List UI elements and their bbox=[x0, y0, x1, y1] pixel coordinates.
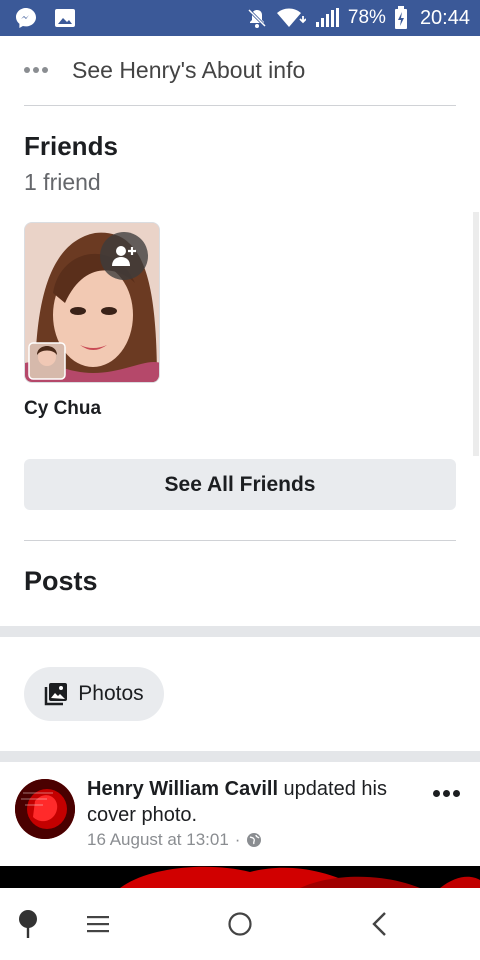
friends-count: 1 friend bbox=[24, 169, 101, 195]
photos-button[interactable]: Photos bbox=[24, 667, 164, 721]
menu-button[interactable] bbox=[78, 906, 118, 942]
post-author-name[interactable]: Henry William Cavill bbox=[87, 778, 278, 800]
add-friend-button[interactable] bbox=[100, 232, 148, 280]
home-icon bbox=[228, 912, 252, 936]
more-dots-icon bbox=[24, 67, 48, 73]
battery-charging-icon bbox=[394, 6, 408, 30]
section-separator bbox=[0, 626, 480, 637]
about-info-label: See Henry's About info bbox=[72, 56, 306, 83]
home-button[interactable] bbox=[220, 906, 260, 942]
cover-photo[interactable] bbox=[0, 866, 480, 888]
back-icon bbox=[372, 912, 386, 936]
posts-heading: Posts bbox=[24, 566, 98, 596]
section-separator bbox=[0, 751, 480, 762]
photos-icon bbox=[45, 683, 68, 706]
scrollbar[interactable] bbox=[473, 212, 479, 456]
messenger-icon bbox=[14, 6, 38, 30]
divider bbox=[24, 540, 456, 541]
post-meta: 16 August at 13:01 · bbox=[87, 830, 262, 850]
signal-icon bbox=[314, 8, 340, 28]
globe-icon bbox=[247, 833, 262, 847]
assistant-button[interactable] bbox=[8, 906, 48, 942]
assistant-icon bbox=[19, 910, 37, 938]
wifi-icon bbox=[276, 7, 306, 29]
meta-separator: · bbox=[234, 830, 241, 849]
status-time: 20:44 bbox=[419, 6, 470, 29]
post-timestamp[interactable]: 16 August at 13:01 bbox=[87, 830, 229, 850]
see-all-friends-button[interactable]: See All Friends bbox=[24, 459, 456, 510]
cover-photo-image bbox=[0, 866, 480, 888]
see-about-info-link[interactable]: See Henry's About info bbox=[24, 54, 456, 86]
system-nav-bar bbox=[0, 888, 480, 960]
status-bar: 78% 20:44 bbox=[0, 0, 480, 36]
avatar-image bbox=[15, 779, 75, 839]
image-icon bbox=[54, 7, 76, 29]
battery-level: 78% bbox=[347, 7, 386, 28]
friends-heading: Friends bbox=[24, 131, 118, 161]
back-button[interactable] bbox=[360, 906, 400, 942]
post-header: Henry William Cavill updated his cover p… bbox=[87, 776, 417, 828]
post-author-avatar[interactable] bbox=[15, 779, 75, 839]
friend-name[interactable]: Cy Chua bbox=[24, 398, 101, 420]
post-options-button[interactable] bbox=[433, 790, 460, 797]
add-friend-icon bbox=[112, 246, 136, 266]
menu-icon bbox=[87, 916, 109, 933]
divider bbox=[24, 105, 456, 106]
photos-label: Photos bbox=[78, 682, 144, 705]
mute-icon bbox=[246, 7, 268, 29]
